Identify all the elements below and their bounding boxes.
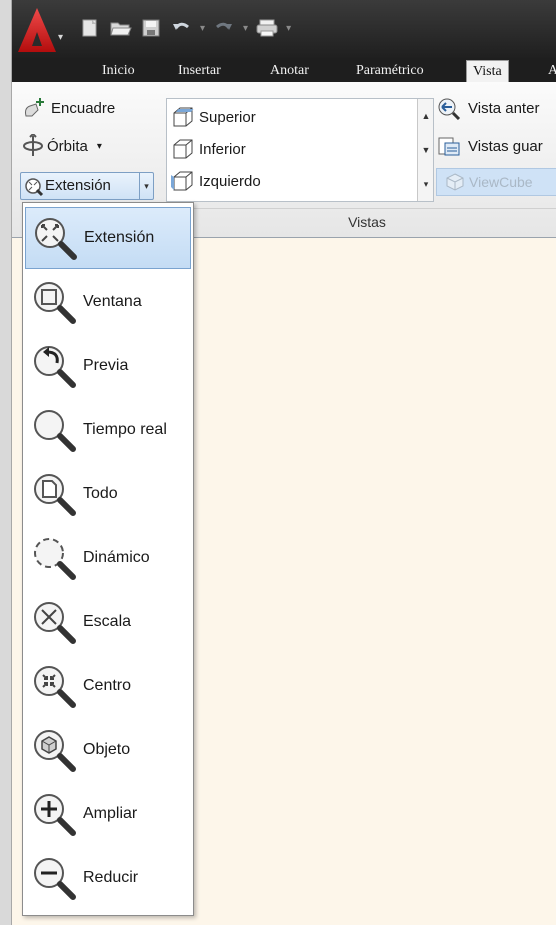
zoom-dropdown-menu: Extensión Ventana Previa Tiempo real Tod… — [22, 202, 194, 916]
title-bar: ▾ ▾ ▾ ▾ — [12, 0, 556, 58]
zoom-all-icon — [25, 465, 83, 523]
zoom-realtime-icon — [25, 401, 83, 459]
zoom-in-icon — [25, 785, 83, 843]
redo-icon[interactable] — [213, 18, 235, 38]
menu-item-zoom-in[interactable]: Ampliar — [25, 783, 191, 845]
menu-item-zoom-out[interactable]: Reducir — [25, 847, 191, 909]
extent-dropdown-arrow-icon[interactable]: ▾ — [139, 173, 153, 199]
named-views-icon — [438, 137, 460, 156]
menu-item-previous[interactable]: Previa — [25, 335, 191, 397]
gallery-expand-icon[interactable]: ▾ — [418, 167, 434, 201]
redo-dropdown-icon[interactable]: ▾ — [243, 23, 248, 34]
orbit-label: Órbita — [47, 137, 88, 155]
pan-button[interactable]: Encuadre — [22, 96, 115, 120]
named-views-button[interactable]: Vistas guar — [436, 134, 543, 158]
chevron-down-icon: ▾ — [58, 32, 64, 43]
undo-dropdown-icon[interactable]: ▾ — [200, 23, 205, 34]
tab-insertar[interactable]: Insertar — [172, 60, 227, 82]
customize-dropdown-icon[interactable]: ▾ — [286, 23, 291, 34]
tab-anotar[interactable]: Anotar — [264, 60, 315, 82]
zoom-object-icon — [25, 721, 83, 779]
viewcube-toggle[interactable]: ViewCube — [436, 168, 556, 196]
zoom-extents-small-icon — [25, 178, 44, 197]
gallery-item-top[interactable]: Superior — [171, 103, 256, 131]
menu-item-object[interactable]: Objeto — [25, 719, 191, 781]
view-top-icon — [173, 107, 194, 127]
menu-item-window[interactable]: Ventana — [25, 271, 191, 333]
menu-item-all[interactable]: Todo — [25, 463, 191, 525]
zoom-scale-icon — [25, 593, 83, 651]
orbit-icon — [23, 134, 43, 156]
zoom-extents-icon — [26, 209, 84, 267]
zoom-center-icon — [25, 657, 83, 715]
tab-parametrico[interactable]: Paramétrico — [350, 60, 430, 82]
zoom-out-icon — [25, 849, 83, 907]
orbit-dropdown-icon[interactable]: ▾ — [97, 141, 102, 152]
view-bottom-icon — [173, 139, 193, 159]
panel-title: Vistas — [166, 208, 556, 234]
gallery-item-label: Inferior — [199, 140, 246, 158]
quick-access-toolbar: ▾ ▾ ▾ — [80, 18, 291, 38]
open-icon[interactable] — [110, 18, 132, 38]
previous-view-label: Vista anter — [468, 99, 540, 117]
orbit-button[interactable]: Órbita ▾ — [22, 134, 102, 158]
zoom-previous-icon — [25, 337, 83, 395]
menu-item-label: Tiempo real — [83, 421, 167, 438]
application-menu-button[interactable]: ▾ — [18, 6, 66, 56]
extent-label: Extensión — [45, 177, 111, 194]
menu-item-realtime[interactable]: Tiempo real — [25, 399, 191, 461]
view-left-icon — [171, 171, 193, 191]
previous-view-icon — [438, 98, 461, 120]
new-icon[interactable] — [80, 18, 102, 38]
ribbon-tab-bar: Inicio Insertar Anotar Paramétrico Vista… — [12, 58, 556, 82]
gallery-item-bottom[interactable]: Inferior — [171, 135, 246, 163]
menu-item-label: Extensión — [84, 229, 155, 246]
plot-icon[interactable] — [256, 18, 278, 38]
tab-vista[interactable]: Vista — [466, 60, 509, 82]
save-icon[interactable] — [140, 18, 162, 38]
menu-item-label: Reducir — [83, 869, 139, 886]
menu-item-label: Ampliar — [83, 805, 138, 822]
gallery-item-left[interactable]: Izquierdo — [171, 167, 261, 195]
left-window-frame — [0, 0, 12, 925]
scroll-up-icon[interactable]: ▲ — [418, 99, 434, 133]
gallery-scrollbar[interactable]: ▲ ▼ ▾ — [417, 99, 433, 201]
undo-icon[interactable] — [170, 18, 192, 38]
previous-view-button[interactable]: Vista anter — [436, 96, 539, 120]
menu-item-label: Escala — [83, 613, 132, 630]
viewcube-label: ViewCube — [469, 174, 533, 190]
tab-inicio[interactable]: Inicio — [96, 60, 141, 82]
menu-item-extents[interactable]: Extensión — [25, 207, 191, 269]
menu-item-scale[interactable]: Escala — [25, 591, 191, 653]
menu-item-label: Dinámico — [83, 549, 150, 566]
pan-icon — [25, 98, 44, 117]
menu-item-center[interactable]: Centro — [25, 655, 191, 717]
zoom-window-icon — [25, 273, 83, 331]
menu-item-label: Todo — [83, 485, 118, 502]
menu-item-label: Objeto — [83, 741, 131, 758]
menu-item-label: Previa — [83, 357, 129, 374]
pan-label: Encuadre — [51, 99, 116, 117]
viewcube-icon — [446, 173, 464, 191]
menu-item-label: Ventana — [83, 293, 142, 310]
menu-item-label: Centro — [83, 677, 132, 694]
scroll-down-icon[interactable]: ▼ — [418, 133, 434, 167]
extent-split-button[interactable]: Extensión ▾ — [20, 172, 154, 200]
named-views-label: Vistas guar — [468, 137, 543, 155]
menu-item-dynamic[interactable]: Dinámico — [25, 527, 191, 589]
gallery-item-label: Superior — [199, 108, 256, 126]
zoom-dynamic-icon — [25, 529, 83, 587]
tab-overflow[interactable]: A — [542, 60, 556, 82]
gallery-item-label: Izquierdo — [199, 172, 261, 190]
views-gallery: Superior Inferior Izquierdo ▲ ▼ ▾ — [166, 98, 434, 202]
